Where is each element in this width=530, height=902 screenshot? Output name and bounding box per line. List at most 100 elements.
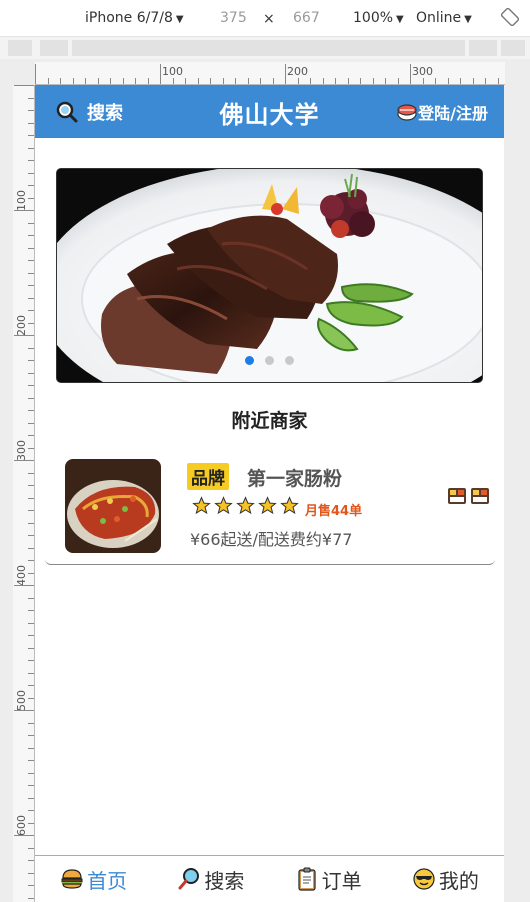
ruler-label: 300 — [15, 440, 28, 461]
ruler-tick — [297, 78, 299, 84]
ruler-tick — [28, 397, 34, 399]
chevron-down-icon: ▼ — [396, 14, 404, 25]
shop-card[interactable]: 品牌 第一家肠粉 月售44单 ¥66起送/配送费约¥77 — [45, 449, 495, 565]
ruler-tick — [110, 78, 111, 84]
ruler-tick — [185, 78, 186, 84]
login-register-label: 登陆/注册 — [418, 104, 488, 123]
clipboard-icon — [298, 867, 316, 891]
ruler-tick — [28, 672, 34, 674]
vertical-ruler: 100 200 300 400 500 600 — [13, 85, 35, 902]
ruler-label: 100 — [162, 65, 183, 78]
monthly-sales: 月售44单 — [305, 504, 363, 519]
ruler-tick — [97, 78, 99, 84]
ruler-tick — [147, 78, 149, 84]
shop-name: 第一家肠粉 — [247, 468, 343, 490]
shop-thumbnail — [65, 459, 161, 553]
ruler-tick — [28, 97, 34, 99]
ruler-tick — [28, 247, 34, 249]
shop-badges — [447, 486, 490, 506]
ruler-tick — [410, 64, 411, 84]
ruler-tick — [172, 78, 174, 84]
ruler-tick — [28, 660, 34, 661]
ruler-tick — [28, 685, 34, 686]
ruler-tick — [14, 85, 34, 86]
ruler-label: 200 — [287, 65, 308, 78]
device-toolbar: iPhone 6/7/8 ▼ 375 × 667 100% ▼ Online ▼ — [0, 0, 530, 37]
ruler-tick — [28, 572, 34, 574]
ruler-tick — [28, 797, 34, 799]
tab-home[interactable]: 首页 — [35, 856, 152, 902]
ruler-tick — [28, 297, 34, 299]
ruler-tick — [47, 78, 49, 84]
tab-label: 首页 — [87, 868, 128, 893]
ruler-tick — [60, 78, 61, 84]
carousel-dot[interactable] — [265, 356, 274, 365]
rotate-icon[interactable] — [501, 8, 519, 26]
ruler-tick — [28, 360, 34, 361]
ruler-tick — [28, 472, 34, 474]
ruler-tick — [310, 78, 311, 84]
zoom-value: 100% — [353, 10, 394, 26]
star-icon — [192, 496, 211, 515]
app-header: 搜索 佛山大学 登陆/注册 — [35, 85, 504, 138]
tab-search[interactable]: 搜索 — [152, 856, 269, 902]
ruler-tick — [28, 435, 34, 436]
ruler-tick — [335, 78, 336, 84]
sunglasses-face-icon — [413, 868, 435, 890]
login-register-button[interactable]: 登陆/注册 — [396, 100, 488, 124]
banner-carousel[interactable] — [56, 168, 483, 383]
ruler-tick — [28, 847, 34, 849]
ruler-tick — [28, 222, 34, 224]
ruler-tick — [28, 647, 34, 649]
carousel-dot[interactable] — [285, 356, 294, 365]
carousel-dot[interactable] — [245, 356, 254, 365]
ruler-tick — [28, 285, 34, 286]
ruler-tick — [222, 78, 224, 84]
ruler-tick — [28, 310, 34, 311]
dimension-separator: × — [263, 11, 275, 27]
ruler-tick — [28, 635, 34, 636]
network-throttle-select[interactable]: Online ▼ — [416, 10, 472, 26]
mobile-viewport: 搜索 佛山大学 登陆/注册 附近商家 品牌 第一家肠粉 月售44单 ¥66起送/… — [35, 85, 504, 902]
ruler-tick — [247, 78, 249, 84]
ruler-label: 600 — [15, 815, 28, 836]
zoom-select[interactable]: 100% ▼ — [353, 10, 404, 26]
ruler-tick — [28, 522, 34, 524]
ruler-tick — [28, 810, 34, 811]
tab-label: 我的 — [438, 868, 479, 893]
tab-orders[interactable]: 订单 — [270, 856, 387, 902]
sushi-icon — [397, 104, 417, 121]
viewport-width-input[interactable]: 375 — [220, 10, 247, 26]
ruler-label: 500 — [15, 690, 28, 711]
ruler-tick — [472, 78, 474, 84]
ruler-tick — [485, 78, 486, 84]
ruler-tick — [28, 722, 34, 724]
ruler-tick — [28, 272, 34, 274]
carousel-dots — [57, 356, 482, 365]
ruler-tick — [28, 785, 34, 786]
ruler-tick — [260, 78, 261, 84]
tab-profile[interactable]: 我的 — [387, 856, 504, 902]
ruler-tick — [372, 78, 374, 84]
horizontal-ruler: 100 200 300 — [35, 62, 505, 85]
ruler-tick — [14, 585, 34, 586]
ruler-tick — [397, 78, 399, 84]
ruler-tick — [28, 485, 34, 486]
ruler-tick — [28, 735, 34, 736]
viewport-height-input[interactable]: 667 — [293, 10, 320, 26]
ruler-tick — [28, 622, 34, 624]
ruler-tick — [28, 497, 34, 499]
ruler-tick — [322, 78, 324, 84]
ruler-label: 200 — [15, 315, 28, 336]
ruler-tick — [122, 78, 124, 84]
ruler-tick — [28, 422, 34, 424]
device-name: iPhone 6/7/8 — [85, 10, 173, 26]
device-select[interactable]: iPhone 6/7/8 ▼ — [85, 10, 184, 26]
ruler-tick — [28, 747, 34, 749]
ruler-tick — [28, 560, 34, 561]
ruler-tick — [28, 760, 34, 761]
ruler-tick — [28, 385, 34, 386]
star-icon — [236, 496, 255, 515]
bento-box-icon — [448, 488, 466, 504]
ruler-tick — [28, 122, 34, 124]
